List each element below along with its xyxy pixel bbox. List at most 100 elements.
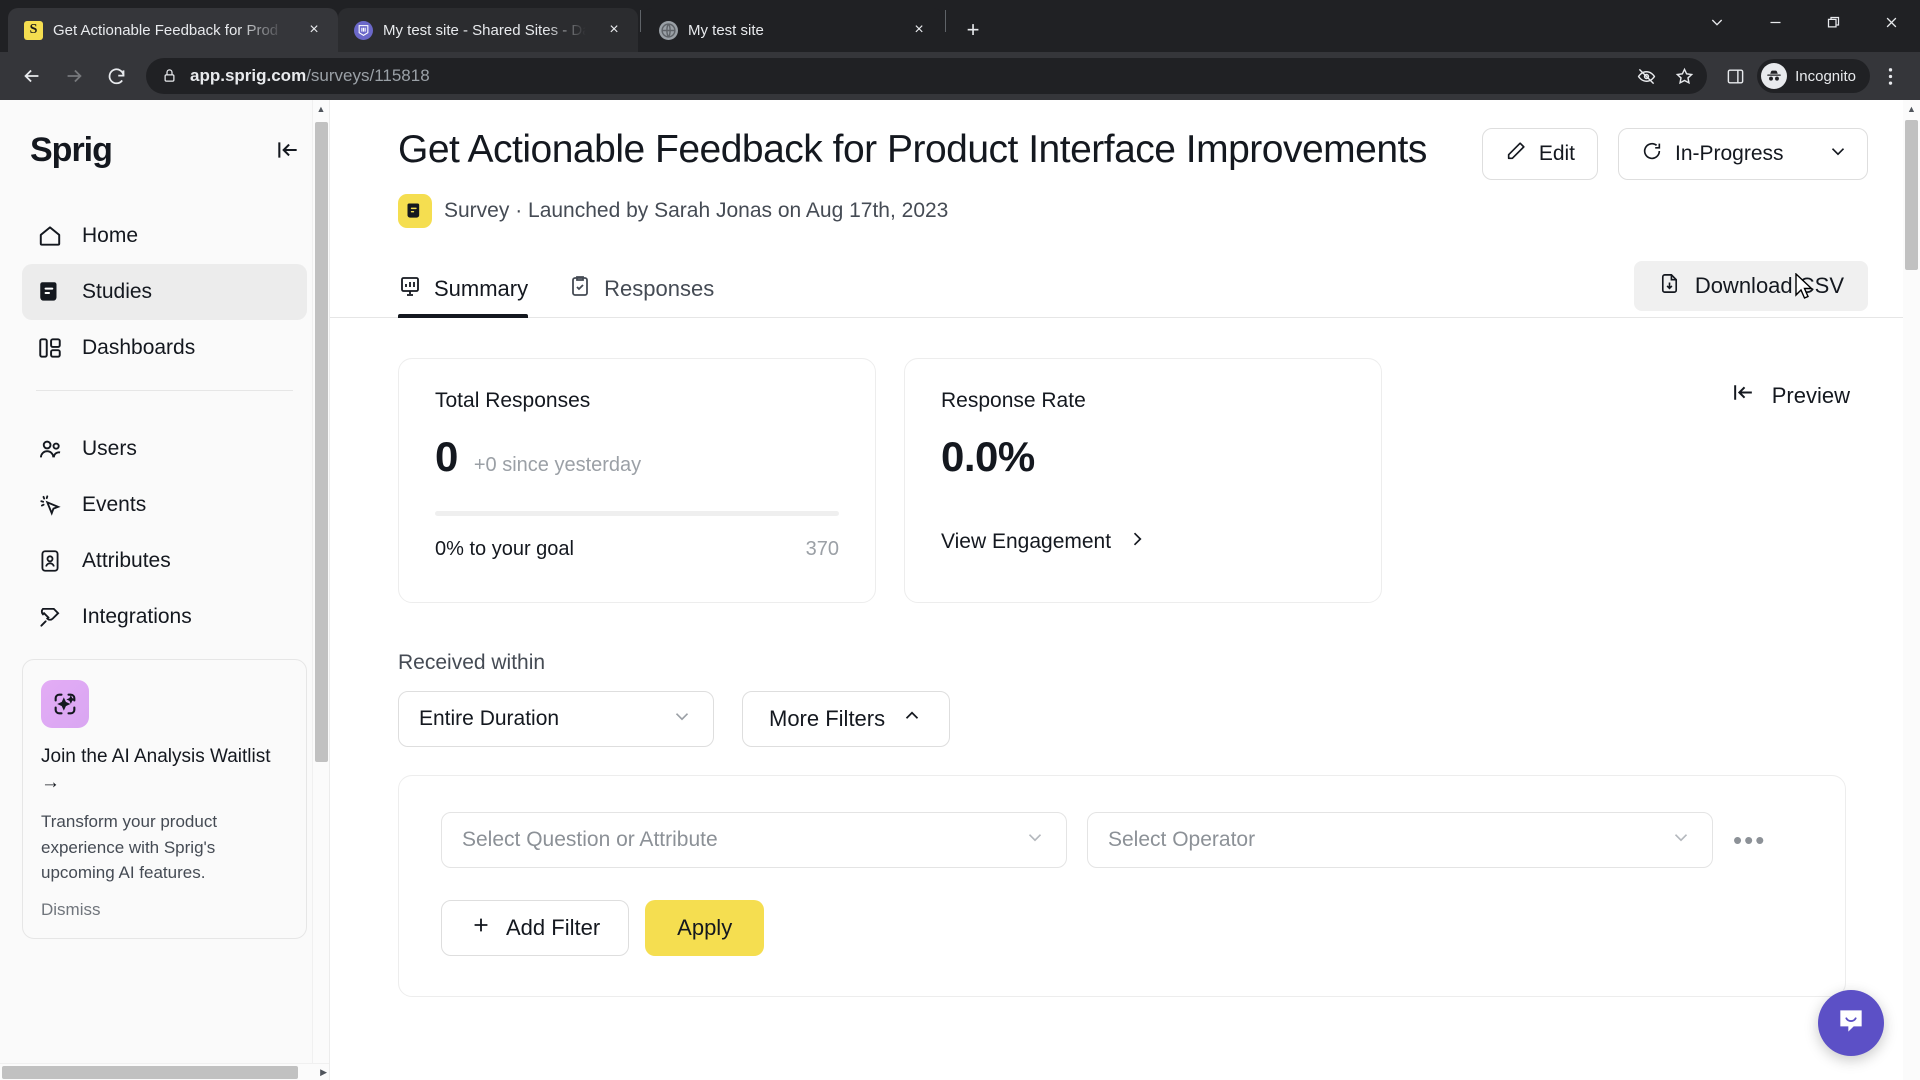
goal-target-value: 370 — [805, 538, 839, 560]
home-icon — [36, 222, 64, 250]
filter-row: Select Question or Attribute Select Oper… — [441, 812, 1803, 868]
side-panel-icon[interactable] — [1715, 56, 1755, 96]
tracking-protection-icon[interactable] — [1629, 59, 1663, 93]
tab-summary[interactable]: Summary — [398, 262, 529, 318]
filter-top-row: Entire Duration More Filters — [398, 691, 1868, 747]
duration-value: Entire Duration — [419, 707, 560, 730]
tab-responses[interactable]: Responses — [568, 262, 714, 317]
browser-toolbar: app.sprig.com/surveys/115818 Incognito — [0, 52, 1920, 100]
toolbar-right: Incognito — [1715, 56, 1908, 96]
operator-select[interactable]: Select Operator — [1087, 812, 1713, 868]
browser-tab-1[interactable]: S Get Actionable Feedback for Prod × — [8, 8, 338, 52]
browser-tab-2[interactable]: My test site - Shared Sites - Dash × — [338, 8, 638, 52]
sidebar-nav-primary: Home Studies Dashboards — [0, 208, 329, 376]
chart-icon — [398, 274, 422, 304]
tab-title: My test site - Shared Sites - Dash — [383, 21, 590, 39]
scrollbar-thumb[interactable] — [1905, 120, 1918, 270]
ai-card-dismiss[interactable]: Dismiss — [41, 900, 288, 920]
ai-card-body: Transform your product experience with S… — [41, 812, 218, 883]
sidebar-item-home[interactable]: Home — [22, 208, 307, 264]
sidebar-vertical-scrollbar[interactable]: ▲ — [312, 100, 329, 1063]
tab-label: Summary — [434, 275, 529, 301]
sidebar-item-studies[interactable]: Studies — [22, 264, 307, 320]
close-window-icon[interactable] — [1862, 0, 1920, 44]
sidebar-item-label: Dashboards — [82, 336, 196, 359]
scroll-up-icon[interactable]: ▲ — [1903, 100, 1920, 117]
browser-tab-3[interactable]: My test site × — [643, 8, 943, 52]
maximize-icon[interactable] — [1804, 0, 1862, 44]
total-responses-card: Total Responses 0 +0 since yesterday 0% … — [398, 358, 876, 603]
sprig-logo[interactable]: Sprig — [30, 131, 113, 170]
omnibox-icons — [1629, 59, 1701, 93]
dashboards-icon — [36, 334, 64, 362]
tab-divider — [640, 10, 641, 32]
question-attribute-select[interactable]: Select Question or Attribute — [441, 812, 1067, 868]
chat-widget-button[interactable] — [1818, 990, 1884, 1056]
minimize-icon[interactable] — [1746, 0, 1804, 44]
preview-panel-icon — [1731, 380, 1756, 411]
window-controls — [1688, 0, 1920, 44]
content-tabs: Summary Responses — [398, 262, 714, 318]
pencil-icon — [1505, 140, 1527, 168]
bookmark-star-icon[interactable] — [1667, 59, 1701, 93]
address-bar[interactable]: app.sprig.com/surveys/115818 — [146, 58, 1708, 94]
tab-title: My test site — [688, 21, 764, 39]
tab-label: Responses — [604, 275, 715, 301]
ai-waitlist-card[interactable]: Join the AI Analysis Waitlist → Transfor… — [22, 659, 307, 939]
incognito-icon — [1761, 63, 1788, 89]
filter-overflow-menu[interactable]: ••• — [1733, 827, 1766, 853]
page-title: Get Actionable Feedback for Product Inte… — [398, 128, 1427, 171]
close-icon[interactable]: × — [300, 16, 328, 44]
sidebar-item-label: Events — [82, 493, 147, 516]
goal-row: 0% to your goal 370 — [435, 538, 839, 561]
url-path: /surveys/115818 — [306, 66, 430, 85]
reload-icon[interactable] — [96, 56, 136, 96]
back-icon[interactable] — [12, 56, 52, 96]
page-viewport: Sprig Home Studies Dashboards Users Even… — [0, 100, 1920, 1080]
scrollbar-thumb-horizontal[interactable] — [2, 1065, 298, 1079]
total-responses-delta: +0 since yesterday — [473, 454, 642, 476]
view-engagement-label: View Engagement — [941, 530, 1112, 553]
goal-progress-bar — [435, 511, 839, 516]
survey-subtitle: Survey · Launched by Sarah Jonas on Aug … — [444, 199, 949, 222]
browser-menu-icon[interactable] — [1872, 58, 1908, 94]
tab-search-icon[interactable] — [1688, 0, 1746, 44]
preview-button[interactable]: Preview — [1731, 358, 1868, 411]
edit-button[interactable]: Edit — [1481, 128, 1598, 180]
main-vertical-scrollbar[interactable]: ▲ — [1903, 100, 1920, 1080]
download-file-icon — [1658, 272, 1681, 301]
apply-button[interactable]: Apply — [645, 900, 765, 956]
scrollbar-thumb[interactable] — [315, 122, 328, 762]
sidebar-item-label: Home — [82, 224, 139, 247]
survey-header: Get Actionable Feedback for Product Inte… — [330, 128, 1920, 180]
sprig-favicon: S — [24, 20, 43, 40]
view-engagement-link[interactable]: View Engagement — [941, 529, 1345, 555]
sidebar-item-dashboards[interactable]: Dashboards — [22, 320, 307, 376]
response-rate-card: Response Rate 0.0% View Engagement — [904, 358, 1382, 603]
sidebar-item-users[interactable]: Users — [22, 421, 307, 477]
sidebar-horizontal-scrollbar[interactable]: ▶ — [0, 1063, 329, 1080]
sidebar-item-integrations[interactable]: Integrations — [22, 589, 307, 645]
chevron-down-icon — [1024, 826, 1046, 854]
sidebar-item-events[interactable]: Events — [22, 477, 307, 533]
download-csv-label: Download CSV — [1694, 273, 1844, 298]
operator-placeholder: Select Operator — [1108, 828, 1256, 851]
close-icon[interactable]: × — [600, 16, 628, 44]
edit-label: Edit — [1538, 142, 1575, 165]
status-dropdown[interactable]: In-Progress — [1618, 128, 1868, 180]
collapse-panel-icon[interactable] — [275, 137, 301, 163]
scroll-right-icon[interactable]: ▶ — [320, 1067, 327, 1078]
in-progress-icon — [1641, 140, 1663, 168]
close-icon[interactable]: × — [905, 16, 933, 44]
incognito-indicator[interactable]: Incognito — [1757, 59, 1870, 93]
preview-label: Preview — [1771, 382, 1850, 408]
sidebar-item-label: Users — [82, 437, 137, 460]
clipboard-check-icon — [568, 274, 592, 304]
scroll-up-icon[interactable]: ▲ — [313, 100, 329, 117]
more-filters-button[interactable]: More Filters — [742, 691, 951, 747]
duration-select[interactable]: Entire Duration — [398, 691, 714, 747]
download-csv-button[interactable]: Download CSV — [1633, 261, 1868, 311]
sidebar-item-attributes[interactable]: Attributes — [22, 533, 307, 589]
new-tab-button[interactable]: + — [956, 13, 990, 47]
add-filter-button[interactable]: Add Filter — [441, 900, 630, 956]
